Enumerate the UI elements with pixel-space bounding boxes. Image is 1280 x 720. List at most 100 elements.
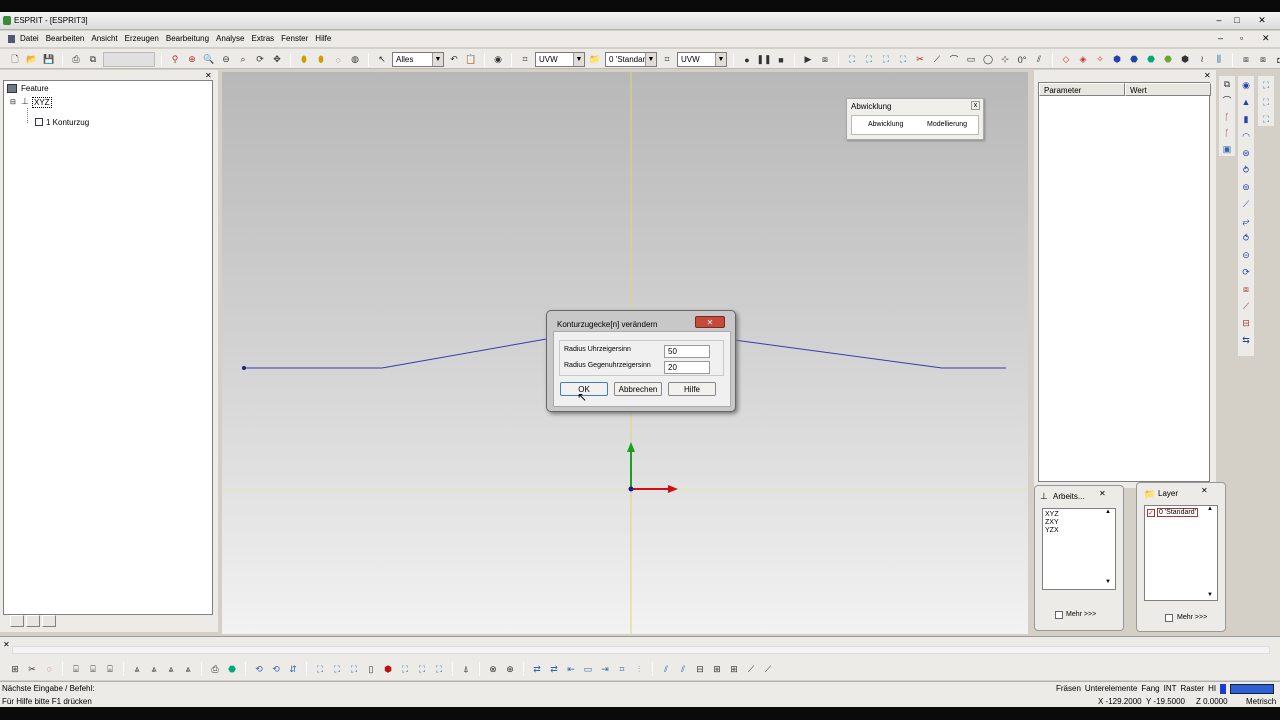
solid-cone-icon[interactable]: ▲ — [1239, 95, 1253, 109]
select-filter-combo[interactable]: Alles ▼ — [392, 52, 444, 67]
solid-op-icon-10[interactable]: ⊟ — [1239, 316, 1253, 330]
command-scrollbar[interactable] — [12, 646, 1270, 654]
layer-more-label[interactable]: Mehr >>> — [1177, 614, 1207, 621]
panel-close-icon[interactable]: ✕ — [205, 71, 212, 80]
bt-icon-38[interactable]: ⊞ — [727, 662, 741, 676]
bt-icon-20[interactable]: ⬢ — [381, 662, 395, 676]
abwicklung-button[interactable]: Abwicklung — [868, 121, 903, 128]
bt-icon-30[interactable]: ▭ — [581, 662, 595, 676]
bt-icon-26[interactable]: ⊕ — [503, 662, 517, 676]
pause-icon[interactable]: ❚❚ — [756, 53, 771, 67]
circle-icon[interactable]: ◯ — [981, 53, 995, 67]
menu-ansicht[interactable]: Ansicht — [91, 34, 117, 43]
bt-icon-7[interactable]: ⩓ — [130, 662, 144, 676]
radius-ccw-field[interactable]: 20 — [664, 361, 710, 374]
bt-icon-13[interactable]: ⟲ — [252, 662, 266, 676]
scroll-up-icon[interactable]: ▲ — [1105, 509, 1111, 515]
solid-op-icon-3[interactable]: ⟋ — [1239, 197, 1253, 211]
close-button[interactable]: ✕ — [1252, 15, 1272, 27]
save-icon[interactable]: 💾 — [42, 53, 56, 67]
mode-unterelemente[interactable]: Unterelemente — [1085, 684, 1137, 694]
copy-icon[interactable]: ⧉ — [86, 53, 100, 67]
solid-op-icon-2[interactable]: ⊜ — [1239, 180, 1253, 194]
zoom-out-icon[interactable]: ⊖ — [219, 53, 233, 67]
snap-icon[interactable]: ⊹ — [998, 53, 1012, 67]
bt-icon-6[interactable]: ⌸ — [103, 662, 117, 676]
menu-extras[interactable]: Extras — [252, 34, 275, 43]
bt-icon-16[interactable]: ⛶ — [313, 662, 327, 676]
mode-int[interactable]: INT — [1164, 684, 1177, 694]
play-icon[interactable]: ▶ — [801, 53, 815, 67]
bt-icon-29[interactable]: ⇤ — [564, 662, 578, 676]
arbeits-item-xyz[interactable]: XYZ — [1045, 511, 1059, 519]
layer-more-checkbox[interactable] — [1165, 614, 1173, 622]
bt-icon-21[interactable]: ⛶ — [398, 662, 412, 676]
solid-4-icon[interactable]: ⬢ — [1178, 53, 1192, 67]
feature-root-label[interactable]: Feature — [21, 84, 49, 93]
bt-icon-35[interactable]: ⫽ — [676, 662, 690, 676]
mode-fraesen[interactable]: Fräsen — [1056, 684, 1081, 694]
bt-icon-27[interactable]: ⇄ — [530, 662, 544, 676]
undo-icon[interactable]: ↶ — [447, 53, 461, 67]
work-plane-icon[interactable]: ⌗ — [660, 53, 674, 67]
hatch-icon[interactable]: ⫽ — [1032, 53, 1046, 67]
stop-icon[interactable]: ■ — [774, 53, 788, 67]
properties-close-icon[interactable]: ✕ — [1204, 71, 1211, 80]
trim-icon[interactable]: ✂ — [913, 53, 927, 67]
shade-icon[interactable]: ⬮ — [297, 53, 311, 67]
bt-icon-25[interactable]: ⊗ — [486, 662, 500, 676]
abwicklung-close-icon[interactable]: x — [971, 101, 980, 110]
scroll-down-icon[interactable]: ▼ — [1105, 579, 1111, 585]
tool-icon-1[interactable]: ⧉ — [1220, 78, 1234, 91]
contour-icon[interactable]: ⌒ — [947, 53, 961, 67]
bt-icon-32[interactable]: ⌗ — [615, 662, 629, 676]
bt-icon-24[interactable]: ⍋ — [459, 662, 473, 676]
mode-fang[interactable]: Fang — [1141, 684, 1159, 694]
tool-icon-3[interactable]: ᚴ — [1220, 110, 1234, 123]
paste-icon[interactable]: 📋 — [464, 53, 478, 67]
menu-bearbeiten[interactable]: Bearbeiten — [46, 34, 85, 43]
pan-icon[interactable]: ✥ — [270, 53, 284, 67]
bt-icon-34[interactable]: ⫽ — [659, 662, 673, 676]
bt-icon-31[interactable]: ⇥ — [598, 662, 612, 676]
bt-icon-10[interactable]: ⩓ — [181, 662, 195, 676]
bt-icon-18[interactable]: ⛶ — [347, 662, 361, 676]
print-icon[interactable]: ⎙ — [69, 53, 83, 67]
tab-ops-icon[interactable] — [26, 615, 40, 627]
view-icon-1[interactable]: ⧈ — [1239, 53, 1253, 67]
minimize-button[interactable]: – — [1212, 15, 1226, 27]
menu-fenster[interactable]: Fenster — [281, 34, 308, 43]
bt-icon-14[interactable]: ⟲ — [269, 662, 283, 676]
cube-icon[interactable]: ⬢ — [1110, 53, 1124, 67]
surface-icon-2[interactable]: ⛶ — [1259, 95, 1273, 109]
target-icon[interactable]: ◉ — [491, 53, 505, 67]
bt-icon-36[interactable]: ⊟ — [693, 662, 707, 676]
bt-icon-2[interactable]: ✂ — [25, 662, 39, 676]
point-icon[interactable]: ● — [740, 53, 754, 67]
layer-icon[interactable]: 📁 — [588, 53, 602, 67]
erase-icon[interactable]: ◇ — [1059, 53, 1073, 67]
solid-icon[interactable]: ⬣ — [1127, 53, 1141, 67]
fill-icon[interactable]: ◈ — [1076, 53, 1090, 67]
tree-expander-icon[interactable]: ⊟ — [10, 98, 16, 106]
machining-icon-3[interactable]: ⛶ — [879, 53, 893, 67]
arbeits-more-checkbox[interactable] — [1055, 611, 1063, 619]
bt-icon-23[interactable]: ⛶ — [432, 662, 446, 676]
menu-erzeugen[interactable]: Erzeugen — [125, 34, 159, 43]
zoom-icon[interactable]: 🔍 — [202, 53, 216, 67]
layer-combo[interactable]: 0 'Standard' ▼ — [605, 52, 657, 67]
curve-icon[interactable]: ≀ — [1195, 53, 1209, 67]
menu-datei[interactable]: Datei — [20, 34, 39, 43]
value-column-header[interactable]: Wert — [1125, 83, 1211, 96]
bt-icon-1[interactable]: ⊞ — [8, 662, 22, 676]
maximize-button[interactable]: □ — [1230, 15, 1244, 27]
bt-icon-40[interactable]: ⟋ — [761, 662, 775, 676]
simulate-icon[interactable]: ⧈ — [818, 53, 832, 67]
solid-sphere-icon[interactable]: ⊛ — [1239, 146, 1253, 160]
solid-op-icon-9[interactable]: ⟋ — [1239, 299, 1253, 313]
surface-icon-1[interactable]: ⛶ — [1259, 78, 1273, 92]
rotate-icon[interactable]: ⟳ — [253, 53, 267, 67]
mode-hi[interactable]: HI — [1208, 684, 1216, 694]
bt-icon-15[interactable]: ⇵ — [286, 662, 300, 676]
bt-icon-11[interactable]: ⎙ — [208, 662, 222, 676]
